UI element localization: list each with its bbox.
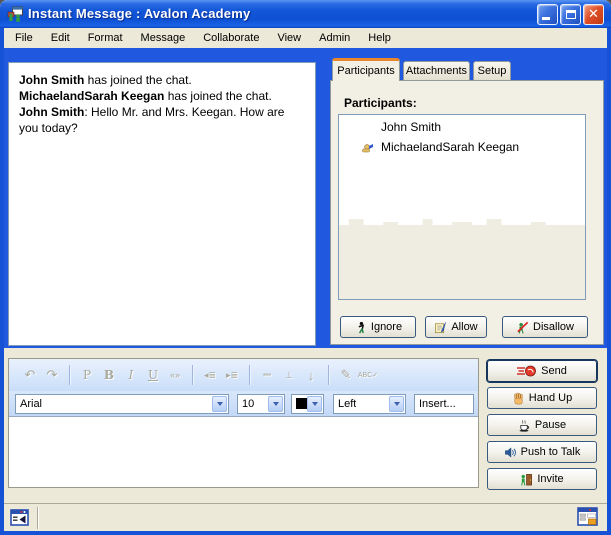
menu-file[interactable]: File: [6, 30, 42, 47]
chat-sender: MichaelandSarah Keegan: [19, 89, 164, 103]
window-title: Instant Message : Avalon Academy: [28, 6, 250, 21]
ignore-button[interactable]: Ignore: [340, 316, 416, 338]
menu-bar: File Edit Format Message Collaborate Vie…: [4, 28, 607, 48]
minimize-icon: [542, 17, 550, 20]
insert-select[interactable]: Insert...: [414, 394, 474, 414]
format-toolbar: ↶ ↷ P B I U «» ◂≣ ▸≣ ┉ ⊥ ↓ ✎ ABC✓: [9, 359, 478, 391]
instant-message-window: Instant Message : Avalon Academy ✕ File …: [0, 0, 611, 535]
participant-row[interactable]: John Smith: [339, 118, 585, 135]
paragraph-icon[interactable]: P: [76, 365, 98, 385]
font-family-select[interactable]: Arial: [15, 394, 229, 414]
dotted-rule-icon[interactable]: ┉: [256, 365, 278, 385]
compose-area: ↶ ↷ P B I U «» ◂≣ ▸≣ ┉ ⊥ ↓ ✎ ABC✓ Arial: [8, 358, 479, 488]
chat-sender: John Smith: [19, 105, 84, 119]
allow-button[interactable]: Allow: [425, 316, 487, 338]
ignore-person-icon: [354, 321, 367, 334]
participant-icon-placeholder: [361, 120, 375, 134]
redo-icon[interactable]: ↷: [41, 365, 63, 385]
send-speed-icon: [517, 365, 537, 377]
disallow-person-icon: [516, 321, 529, 334]
coffee-cup-icon: [518, 419, 531, 432]
window-border-bottom: [0, 531, 611, 535]
symbols-icon[interactable]: «»: [164, 365, 186, 385]
menu-view[interactable]: View: [268, 30, 310, 47]
allow-notepad-icon: [434, 321, 447, 334]
disallow-button[interactable]: Disallow: [502, 316, 588, 338]
toolbar-separator: [192, 365, 193, 385]
baseline-icon[interactable]: ⊥: [278, 365, 300, 385]
move-down-icon[interactable]: ↓: [300, 365, 322, 385]
message-input[interactable]: [9, 417, 478, 486]
chevron-down-icon: [212, 396, 227, 412]
menu-help[interactable]: Help: [359, 30, 400, 47]
chat-message: John Smith has joined the chat.: [19, 72, 305, 88]
chat-sender: John Smith: [19, 73, 84, 87]
underline-icon[interactable]: U: [142, 365, 164, 385]
toolbar-separator: [328, 365, 329, 385]
tab-setup[interactable]: Setup: [473, 61, 511, 80]
outdent-icon[interactable]: ▸≣: [221, 365, 243, 385]
repaint-artifact: [339, 213, 585, 300]
collapse-panel-icon[interactable]: [10, 508, 30, 528]
chevron-down-icon: [389, 396, 404, 412]
spellcheck-icon[interactable]: ABC✓: [357, 365, 379, 385]
bold-icon[interactable]: B: [98, 365, 120, 385]
undo-icon[interactable]: ↶: [19, 365, 41, 385]
hand-raised-icon: [361, 140, 375, 154]
chevron-down-icon: [307, 396, 322, 412]
alignment-select[interactable]: Left: [333, 394, 406, 414]
indent-icon[interactable]: ◂≣: [199, 365, 221, 385]
hand-icon: [512, 392, 525, 405]
chat-log[interactable]: John Smith has joined the chat. Michaela…: [8, 62, 316, 346]
layout-panel-icon[interactable]: [577, 506, 599, 528]
push-to-talk-button[interactable]: Push to Talk: [487, 441, 597, 463]
menu-collaborate[interactable]: Collaborate: [194, 30, 268, 47]
font-size-select[interactable]: 10: [237, 394, 285, 414]
send-button[interactable]: Send: [487, 360, 597, 382]
door-person-icon: [520, 473, 533, 486]
tab-attachments[interactable]: Attachments: [403, 61, 470, 80]
font-toolbar: Arial 10 Left Insert...: [9, 391, 478, 417]
menu-edit[interactable]: Edit: [42, 30, 79, 47]
maximize-button[interactable]: [560, 4, 581, 25]
hand-up-button[interactable]: Hand Up: [487, 387, 597, 409]
close-button[interactable]: ✕: [583, 4, 604, 25]
signature-icon[interactable]: ✎: [335, 365, 357, 385]
app-icon: [7, 6, 23, 22]
status-separator: [37, 507, 38, 529]
window-border-right: [607, 28, 611, 535]
menu-format[interactable]: Format: [79, 30, 132, 47]
maximize-icon: [566, 10, 576, 19]
status-bar: [4, 503, 607, 531]
pause-button[interactable]: Pause: [487, 414, 597, 436]
close-icon: ✕: [584, 6, 603, 22]
text-color-select[interactable]: [291, 394, 324, 414]
minimize-button[interactable]: [537, 4, 558, 25]
title-bar: Instant Message : Avalon Academy ✕: [0, 0, 611, 28]
chevron-down-icon: [268, 396, 283, 412]
toolbar-separator: [69, 365, 70, 385]
italic-icon[interactable]: I: [120, 365, 142, 385]
toolbar-separator: [249, 365, 250, 385]
color-swatch: [296, 398, 307, 409]
participants-list[interactable]: John Smith MichaelandSarah Keegan: [338, 114, 586, 300]
tab-participants[interactable]: Participants: [332, 58, 400, 81]
invite-button[interactable]: Invite: [487, 468, 597, 490]
menu-message[interactable]: Message: [132, 30, 195, 47]
menu-admin[interactable]: Admin: [310, 30, 359, 47]
speaker-icon: [504, 446, 517, 459]
participant-row[interactable]: MichaelandSarah Keegan: [339, 138, 585, 155]
chat-message: John Smith: Hello Mr. and Mrs. Keegan. H…: [19, 104, 305, 136]
participants-label: Participants:: [344, 96, 417, 110]
chat-message: MichaelandSarah Keegan has joined the ch…: [19, 88, 305, 104]
